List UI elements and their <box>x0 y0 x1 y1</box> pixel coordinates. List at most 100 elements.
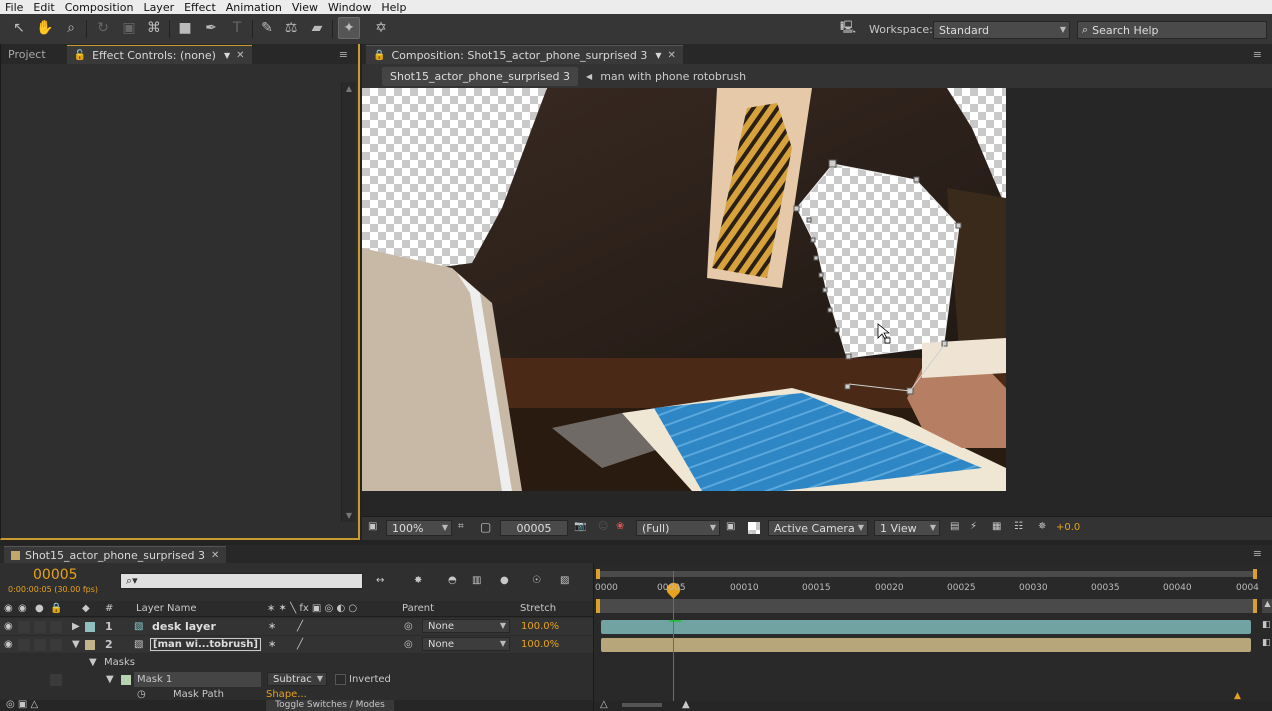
roto-brush-tool-icon[interactable]: ✦ <box>338 17 360 39</box>
mask-mode-select[interactable]: Subtrac ▼ <box>267 672 327 686</box>
search-help-input[interactable]: ⌕ Search Help <box>1077 21 1267 39</box>
quality-switch-icon[interactable]: ╱ <box>297 621 303 632</box>
menu-view[interactable]: View <box>287 1 323 14</box>
shy-layers-icon[interactable]: ◓ <box>448 575 457 586</box>
close-icon[interactable]: ✕ <box>668 50 676 61</box>
keyframe-icon[interactable]: ▲ <box>1234 691 1241 701</box>
show-snapshot-icon[interactable]: ☺ <box>598 521 608 532</box>
solo-toggle[interactable] <box>34 620 46 633</box>
rotate-tool-icon[interactable]: ↻ <box>92 17 114 39</box>
close-icon[interactable]: ✕ <box>236 50 244 61</box>
table-row[interactable]: ◉ ▼ 2 ▧ [man wi...tobrush] ∗ ╱ ◎ None ▼ … <box>0 636 593 653</box>
eye-icon[interactable]: ◉ <box>4 621 13 632</box>
pickwhip-icon[interactable]: ◎ <box>404 639 413 650</box>
solo-toggle[interactable] <box>34 638 46 651</box>
draft-3d-icon[interactable]: ✸ <box>414 575 422 586</box>
mask-color-swatch[interactable] <box>121 674 131 685</box>
pen-tool-icon[interactable]: ✒ <box>200 17 222 39</box>
audio-toggle[interactable] <box>18 620 30 633</box>
chevron-down-icon[interactable]: ▼ <box>224 51 230 60</box>
rectangle-tool-icon[interactable]: ■ <box>174 17 196 39</box>
stretch-value[interactable]: 100.0% <box>521 621 559 632</box>
camera-tool-icon[interactable]: ▣ <box>118 17 140 39</box>
lock-toggle[interactable] <box>50 673 62 686</box>
expand-icon[interactable]: ▶ <box>72 621 80 632</box>
collapse-icon[interactable]: ▼ <box>106 674 114 685</box>
workspace-select[interactable]: Standard ▼ <box>933 21 1070 39</box>
frame-blending-icon[interactable]: ▥ <box>472 575 481 586</box>
channels-icon[interactable]: ❀ <box>616 521 624 532</box>
selection-tool-icon[interactable]: ↖ <box>8 17 30 39</box>
toggle-switches-modes-button[interactable]: Toggle Switches / Modes <box>266 700 394 711</box>
brainstorm-icon[interactable]: ☉ <box>532 575 541 586</box>
collapse-icon[interactable]: ▼ <box>89 657 97 668</box>
zoom-select[interactable]: 100% ▼ <box>386 520 452 536</box>
panel-menu-icon[interactable]: ≡ <box>1253 547 1262 560</box>
eye-icon[interactable]: ◉ <box>4 639 13 650</box>
shy-switch-icon[interactable]: ∗ <box>268 621 276 632</box>
menu-composition[interactable]: Composition <box>60 1 139 14</box>
zoom-out-icon[interactable]: △ <box>600 699 608 710</box>
pickwhip-icon[interactable]: ◎ <box>404 621 413 632</box>
region-of-interest-icon[interactable]: ▣ <box>726 521 735 532</box>
zoom-in-icon[interactable]: ▲ <box>682 699 690 710</box>
scroll-up-icon[interactable]: ▲ <box>342 84 356 93</box>
eraser-tool-icon[interactable]: ▰ <box>306 17 328 39</box>
timeline-scroll-footer[interactable]: △ ▲ <box>594 699 1272 711</box>
graph-editor-icon[interactable]: ▨ <box>560 575 569 586</box>
label-color-swatch[interactable] <box>85 639 95 650</box>
lock-icon[interactable]: 🔓 <box>74 50 86 61</box>
layer-search-input[interactable]: ⌕▾ <box>120 573 363 589</box>
menu-edit[interactable]: Edit <box>28 1 59 14</box>
pan-behind-tool-icon[interactable]: ⌘ <box>143 17 165 39</box>
menu-animation[interactable]: Animation <box>221 1 287 14</box>
menu-help[interactable]: Help <box>376 1 411 14</box>
hand-tool-icon[interactable]: ✋ <box>34 17 56 39</box>
transparency-grid-icon[interactable] <box>748 522 760 534</box>
time-navigator[interactable] <box>597 599 1257 613</box>
fast-previews-icon[interactable]: ⚡ <box>970 521 977 532</box>
layer-bar-desk[interactable] <box>601 620 1251 634</box>
panel-menu-icon[interactable]: ≡ <box>339 48 348 61</box>
motion-blur-icon[interactable]: ● <box>500 575 509 586</box>
tab-timeline[interactable]: Shot15_actor_phone_surprised 3 ✕ <box>4 546 227 563</box>
comp-mini-flowchart-icon[interactable]: ↔ <box>376 575 384 586</box>
zoom-out-icon[interactable]: ▲ <box>1262 599 1272 613</box>
exposure-value[interactable]: +0.0 <box>1056 522 1080 533</box>
layer-name[interactable]: desk layer <box>152 620 216 633</box>
camera-select[interactable]: Active Camera ▼ <box>768 520 868 536</box>
menu-window[interactable]: Window <box>323 1 376 14</box>
collapse-icon[interactable]: ▼ <box>72 639 80 650</box>
layer-name[interactable]: [man wi...tobrush] <box>150 638 261 651</box>
brush-tool-icon[interactable]: ✎ <box>256 17 278 39</box>
puppet-pin-tool-icon[interactable]: ✡ <box>370 17 392 39</box>
zoom-slider[interactable] <box>622 703 662 707</box>
work-area-end[interactable] <box>1253 569 1257 579</box>
snapshot-icon[interactable]: 📷 <box>574 521 586 532</box>
tab-project[interactable]: Project <box>1 45 53 64</box>
stretch-value[interactable]: 100.0% <box>521 639 559 650</box>
col-layer-name[interactable]: Layer Name <box>136 603 197 614</box>
toggle-pixel-aspect-icon[interactable]: ▤ <box>950 521 959 532</box>
scroll-down-icon[interactable]: ▼ <box>342 511 356 520</box>
tab-composition[interactable]: 🔒 Composition: Shot15_actor_phone_surpri… <box>366 45 683 64</box>
close-icon[interactable]: ✕ <box>211 550 219 561</box>
navigator-start[interactable] <box>596 599 600 613</box>
type-tool-icon[interactable]: T <box>226 17 248 39</box>
layer-bar-man[interactable] <box>601 638 1251 652</box>
shy-switch-icon[interactable]: ∗ <box>268 639 276 650</box>
work-area-bar[interactable] <box>597 571 1257 577</box>
breadcrumb-item-layer[interactable]: man with phone rotobrush <box>600 70 746 83</box>
quality-switch-icon[interactable]: ╱ <box>297 639 303 650</box>
viewer[interactable] <box>362 88 1272 516</box>
footer-icons[interactable]: ◎ ▣ △ <box>6 699 38 710</box>
table-row[interactable]: ◉ ▶ 1 ▧ desk layer ∗ ╱ ◎ None ▼ 100.0% <box>0 618 593 635</box>
current-time[interactable]: 00005 <box>33 567 78 583</box>
frame-input[interactable]: 00005 <box>500 520 568 536</box>
parent-select[interactable]: None ▼ <box>422 619 510 633</box>
chevron-down-icon[interactable]: ▼ <box>655 51 661 60</box>
always-preview-icon[interactable]: ▣ <box>368 521 377 532</box>
zoom-tool-icon[interactable]: ⌕ <box>60 17 82 39</box>
mask-name-field[interactable]: Mask 1 <box>134 672 261 687</box>
inverted-checkbox[interactable] <box>335 674 346 685</box>
